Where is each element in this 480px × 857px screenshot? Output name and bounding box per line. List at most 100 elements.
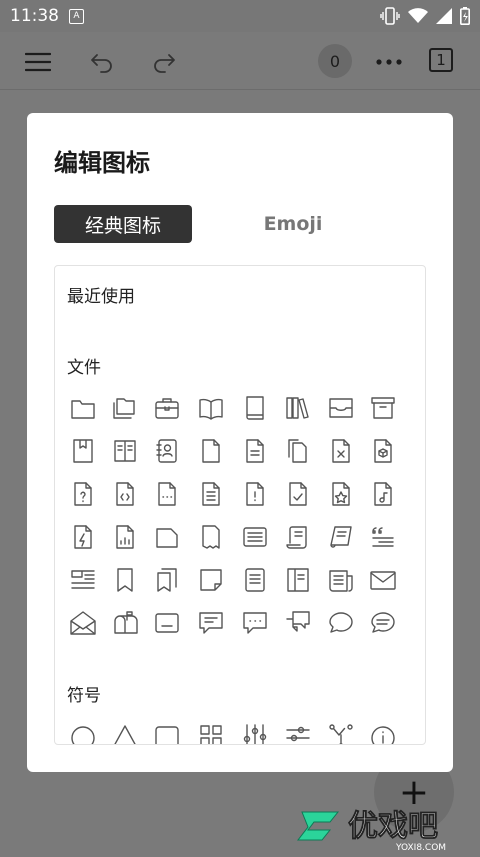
menu-icon <box>25 52 51 72</box>
wifi-icon <box>408 8 428 23</box>
icon-option-chat-round-text[interactable] <box>363 603 403 643</box>
icon-option-folder[interactable] <box>63 388 103 428</box>
book-split-icon <box>287 568 309 592</box>
undo-button[interactable] <box>84 44 120 80</box>
icon-option-mailbox[interactable] <box>105 603 145 643</box>
icon-option-file-x[interactable] <box>321 431 361 471</box>
icon-option-scroll[interactable] <box>278 517 318 557</box>
inbox-icon <box>155 613 179 633</box>
dialog-title: 编辑图标 <box>54 149 150 177</box>
redo-icon <box>154 54 175 73</box>
selection-counter[interactable]: 0 <box>318 44 352 78</box>
icon-option-square[interactable] <box>147 716 187 744</box>
icon-option-sliders-vertical[interactable] <box>235 716 275 744</box>
icon-option-info[interactable] <box>363 716 403 744</box>
icon-option-book-split[interactable] <box>278 560 318 600</box>
icon-option-sticky-note[interactable] <box>191 560 231 600</box>
icon-option-newspaper[interactable] <box>321 560 361 600</box>
books-icon <box>286 397 309 419</box>
icon-option-quote[interactable] <box>363 517 403 557</box>
file-star-icon <box>332 482 350 506</box>
chat-text-icon <box>199 612 223 634</box>
icon-option-chat-text[interactable] <box>191 603 231 643</box>
icon-option-contact-book[interactable] <box>147 431 187 471</box>
icon-option-sliders-horizontal[interactable] <box>278 716 318 744</box>
icon-option-bookmark-book[interactable] <box>63 431 103 471</box>
files-icon <box>288 439 307 463</box>
file-music-icon <box>374 482 392 506</box>
info-icon <box>371 726 395 744</box>
icon-option-file-chart[interactable] <box>105 517 145 557</box>
icon-option-tray[interactable] <box>321 388 361 428</box>
file-check-icon <box>289 482 307 506</box>
note-list-icon <box>245 568 265 592</box>
section-recent: 最近使用 <box>67 287 135 307</box>
icon-option-mail[interactable] <box>363 560 403 600</box>
icon-option-books[interactable] <box>278 388 318 428</box>
icon-option-file-torn[interactable] <box>191 517 231 557</box>
icon-option-network[interactable] <box>321 716 361 744</box>
grid-icon <box>200 725 222 744</box>
notification-icon: A <box>69 8 84 24</box>
document-lines-icon <box>243 527 267 547</box>
icon-option-scroll-open[interactable] <box>321 517 361 557</box>
file-list-icon <box>202 482 220 506</box>
icon-option-bookmark[interactable] <box>105 560 145 600</box>
icon-option-chats[interactable] <box>278 603 318 643</box>
icon-option-notebook[interactable] <box>105 431 145 471</box>
icon-option-triangle[interactable] <box>105 716 145 744</box>
icon-option-file-music[interactable] <box>363 474 403 514</box>
battery-icon <box>460 7 470 25</box>
icon-option-briefcase[interactable] <box>147 388 187 428</box>
icon-option-file-star[interactable] <box>321 474 361 514</box>
icon-option-files[interactable] <box>278 431 318 471</box>
file-folded-icon <box>156 528 178 548</box>
icon-option-file-box[interactable] <box>363 431 403 471</box>
icon-option-file[interactable] <box>191 431 231 471</box>
redo-button[interactable] <box>146 44 182 80</box>
page-count-button[interactable]: 1 <box>429 48 453 72</box>
icon-option-mail-open[interactable] <box>63 603 103 643</box>
icon-option-file-list[interactable] <box>191 474 231 514</box>
chat-round-icon <box>329 612 353 633</box>
icon-option-book[interactable] <box>235 388 275 428</box>
file-dots-icon <box>158 482 176 506</box>
toolbar <box>0 32 480 90</box>
icon-option-bookmarks[interactable] <box>147 560 187 600</box>
menu-button[interactable] <box>20 44 56 80</box>
folder-icon <box>71 400 95 419</box>
icon-option-folders[interactable] <box>105 388 145 428</box>
vibrate-icon <box>380 7 400 25</box>
scroll-open-icon <box>330 526 352 548</box>
icon-option-file-check[interactable] <box>278 474 318 514</box>
icon-option-layout[interactable] <box>63 560 103 600</box>
icon-option-circle[interactable] <box>63 716 103 744</box>
more-icon <box>376 59 402 65</box>
icon-option-file-bolt[interactable] <box>63 517 103 557</box>
icon-option-file-question[interactable] <box>63 474 103 514</box>
icon-option-file-dots[interactable] <box>147 474 187 514</box>
icon-option-chat-dots[interactable] <box>235 603 275 643</box>
archive-icon <box>371 397 395 419</box>
icon-option-file-text[interactable] <box>235 431 275 471</box>
file-chart-icon <box>116 525 134 549</box>
icon-option-file-alert[interactable] <box>235 474 275 514</box>
icon-option-file-code[interactable] <box>105 474 145 514</box>
icon-option-grid[interactable] <box>191 716 231 744</box>
icon-option-file-folded[interactable] <box>147 517 187 557</box>
icon-option-inbox[interactable] <box>147 603 187 643</box>
icon-option-note-list[interactable] <box>235 560 275 600</box>
more-button[interactable] <box>371 44 407 80</box>
icon-option-archive[interactable] <box>363 388 403 428</box>
open-book-icon <box>199 398 223 420</box>
icon-picker-panel[interactable]: 最近使用 文件 符号 <box>54 265 426 745</box>
icon-option-chat-round[interactable] <box>321 603 361 643</box>
icon-option-open-book[interactable] <box>191 388 231 428</box>
notebook-icon <box>114 440 136 462</box>
tab-emoji[interactable]: Emoji <box>224 205 362 243</box>
tray-icon <box>329 398 353 418</box>
icon-option-document-lines[interactable] <box>235 517 275 557</box>
quote-icon <box>372 527 394 547</box>
sliders-vertical-icon <box>243 724 267 744</box>
tab-classic-icons[interactable]: 经典图标 <box>54 205 192 243</box>
